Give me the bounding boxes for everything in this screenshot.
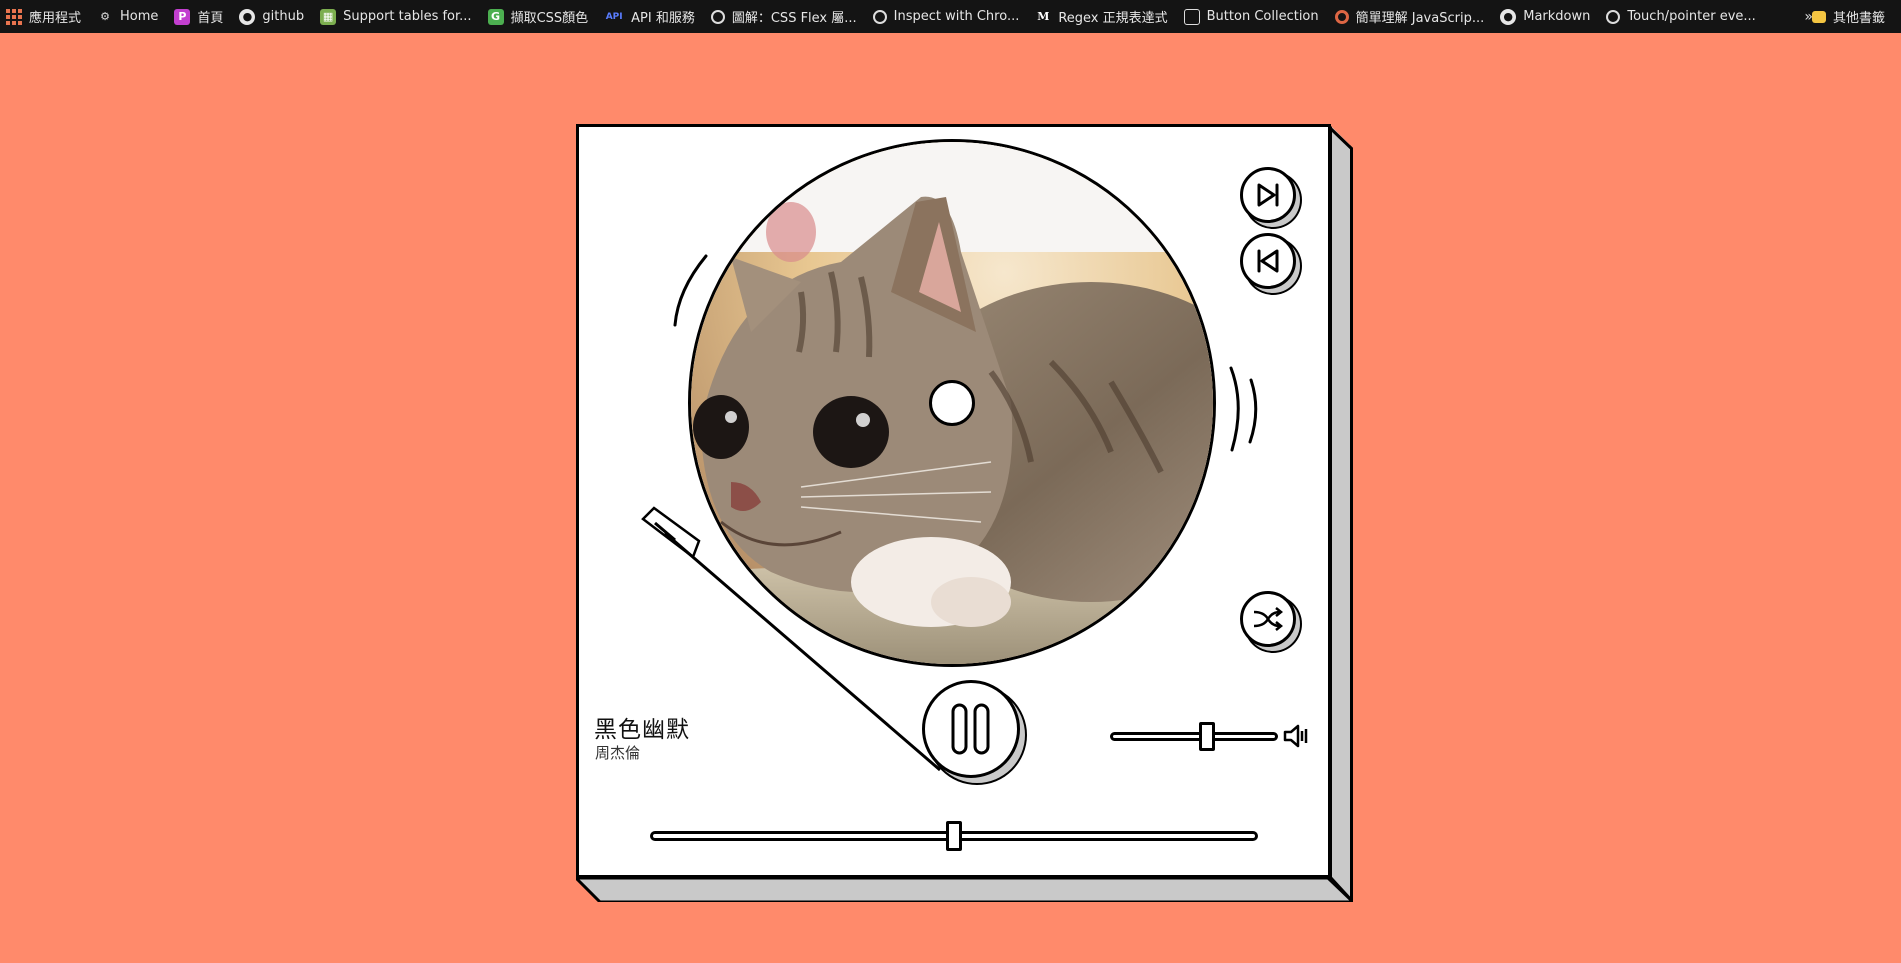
song-title: 黑色幽默 — [594, 717, 690, 743]
previous-track-icon — [1257, 249, 1279, 273]
player-bottom-face — [576, 876, 1353, 902]
g-logo-icon: G — [487, 8, 504, 25]
bookmark-markdown[interactable]: ● Markdown — [1500, 0, 1590, 33]
bookmark-apps[interactable]: 應用程式 — [6, 0, 81, 33]
previous-track-button[interactable] — [1240, 233, 1296, 289]
codepen-icon — [1183, 8, 1200, 25]
bookmark-github[interactable]: ● github — [239, 0, 304, 33]
github-icon: ● — [239, 8, 256, 25]
player-side-face — [1329, 124, 1353, 902]
next-track-icon — [1257, 183, 1279, 207]
bookmark-label: 首頁 — [197, 11, 224, 26]
gear-icon: ⚙ — [100, 10, 110, 23]
folder-icon — [1811, 10, 1826, 23]
bookmark-support-tables[interactable]: ▦ Support tables for... — [320, 0, 472, 33]
bookmark-first-page[interactable]: P 首頁 — [174, 0, 223, 33]
bookmark-label: Button Collection — [1206, 9, 1319, 24]
bookmark-label: 簡單理解 JavaScrip... — [1355, 11, 1485, 26]
bookmark-label: 擷取CSS顏色 — [510, 11, 589, 26]
bookmark-label: 其他書籤 — [1832, 11, 1885, 26]
bookmark-javascript[interactable]: 簡單理解 JavaScrip... — [1334, 0, 1485, 33]
api-icon: API — [605, 11, 623, 22]
bookmark-regex[interactable]: M Regex 正規表達式 — [1035, 0, 1167, 33]
volume-icon[interactable] — [1283, 724, 1309, 748]
bookmark-inspect[interactable]: Inspect with Chro... — [872, 0, 1020, 33]
m-logo-icon: M — [1037, 10, 1050, 23]
globe-icon — [872, 9, 887, 24]
bookmark-button-collection[interactable]: Button Collection — [1183, 0, 1319, 33]
bookmark-label: github — [262, 9, 305, 24]
other-bookmarks[interactable]: 其他書籤 — [1811, 0, 1885, 33]
album-center-hole — [929, 380, 975, 426]
chrome-icon — [1334, 9, 1349, 24]
globe-icon — [710, 9, 725, 24]
bookmark-css-color[interactable]: G 擷取CSS顏色 — [487, 0, 589, 33]
globe-icon — [1606, 9, 1621, 24]
next-track-button[interactable] — [1240, 167, 1296, 223]
apps-grid-icon — [6, 8, 22, 25]
volume-slider-track[interactable] — [1110, 732, 1278, 741]
bookmark-touch-pointer[interactable]: Touch/pointer eve... — [1606, 0, 1756, 33]
shuffle-button[interactable] — [1240, 591, 1296, 647]
bookmark-css-flex[interactable]: 圖解：CSS Flex 屬... — [710, 0, 857, 33]
caniuse-icon: ▦ — [320, 8, 337, 25]
bookmark-label: Touch/pointer eve... — [1627, 9, 1756, 24]
song-artist: 周杰倫 — [595, 744, 641, 762]
github-icon: ● — [1500, 8, 1517, 25]
shuffle-icon — [1253, 607, 1284, 631]
bookmark-label: Regex 正規表達式 — [1058, 11, 1168, 26]
bookmark-label: Markdown — [1523, 9, 1591, 24]
pause-icon — [951, 703, 990, 755]
bookmark-label: API 和服務 — [631, 11, 695, 26]
bookmark-api[interactable]: API API 和服務 — [604, 0, 695, 33]
bookmarks-bar: 應用程式 ⚙ Home P 首頁 ● github ▦ Support tabl… — [0, 0, 1901, 33]
bookmark-label: Home — [120, 9, 159, 24]
volume-slider-thumb[interactable] — [1199, 722, 1216, 751]
p-logo-icon: P — [174, 8, 191, 25]
bookmark-label: 圖解：CSS Flex 屬... — [731, 11, 857, 26]
bookmark-label: Support tables for... — [343, 9, 472, 24]
bookmark-home[interactable]: ⚙ Home — [97, 0, 158, 33]
bookmark-label: Inspect with Chro... — [893, 9, 1020, 24]
play-pause-button[interactable] — [922, 680, 1020, 778]
progress-slider-thumb[interactable] — [946, 821, 962, 851]
bookmark-label: 應用程式 — [29, 11, 82, 26]
